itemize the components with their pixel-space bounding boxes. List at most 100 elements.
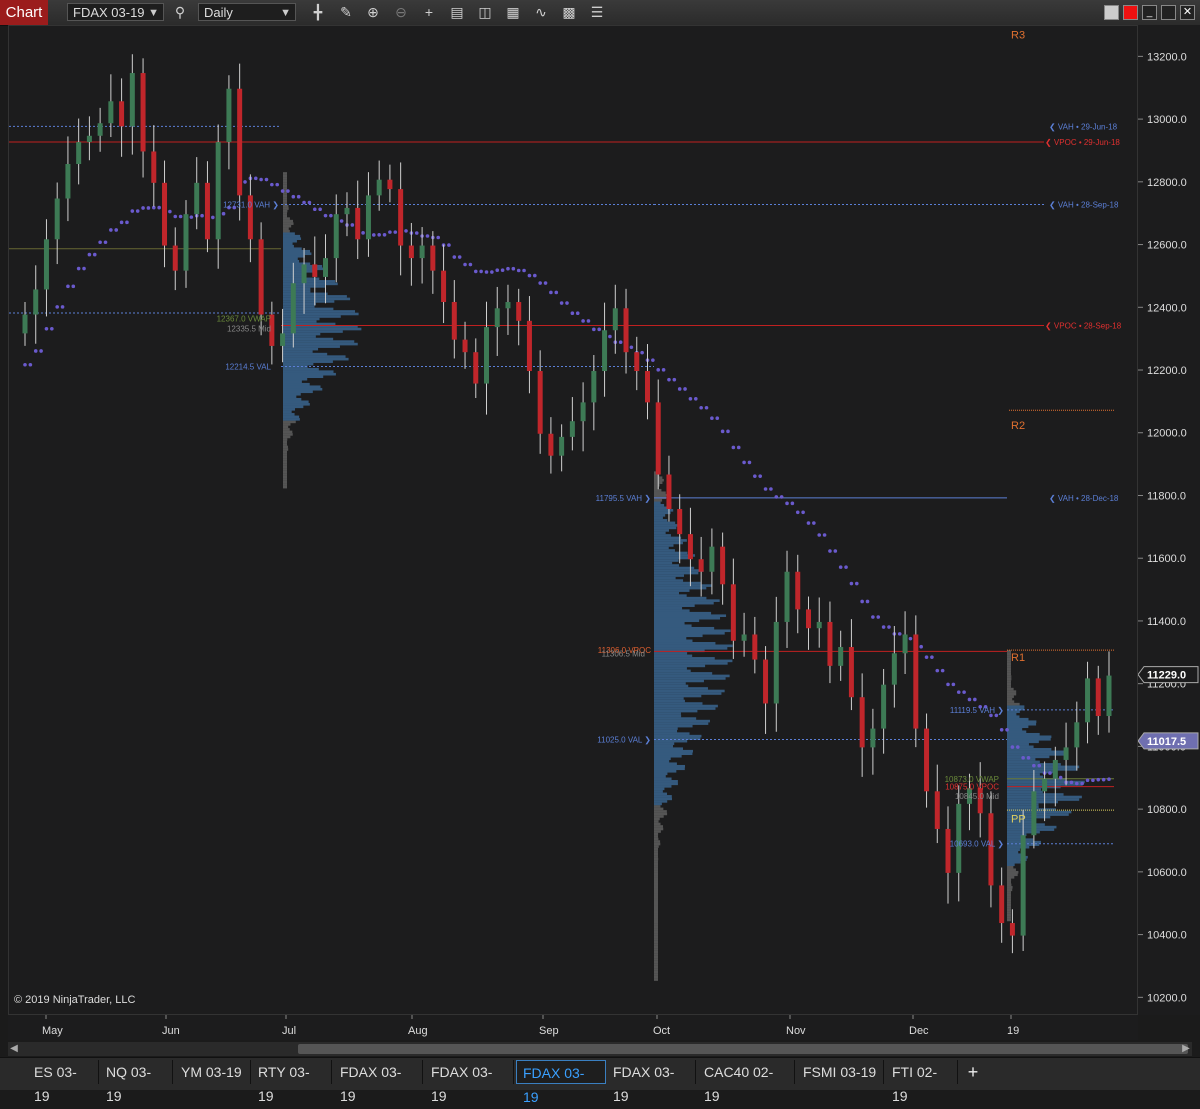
tab-ym[interactable]: YM 03-19 <box>175 1060 251 1084</box>
link-color-icon[interactable] <box>1123 5 1138 20</box>
tab-fdax-4[interactable]: FDAX 03-19 <box>607 1060 696 1104</box>
profile-bar <box>654 817 660 821</box>
price-axis[interactable]: 13200.0 13000.0 12800.0 12600.0 12400.0 12200… <box>1137 25 1200 1015</box>
candle-body <box>548 433 554 456</box>
profile-bar <box>654 707 716 710</box>
profile-bar <box>654 802 662 806</box>
profile-bar <box>1007 732 1040 736</box>
profile-bar <box>654 654 693 658</box>
ma-dot <box>44 326 49 331</box>
tab-fdax-active[interactable]: FDAX 03-19 <box>516 1060 606 1105</box>
minimize-icon[interactable]: _ <box>1142 5 1157 20</box>
bar-type-icon[interactable]: ╋ <box>308 3 328 21</box>
maximize-icon[interactable] <box>1161 5 1176 20</box>
tab-fti[interactable]: FTI 02-19 <box>886 1060 958 1104</box>
profile-bar <box>654 820 659 823</box>
profile-bar <box>283 382 310 386</box>
profile-bar <box>654 636 687 640</box>
candle-body <box>54 198 60 240</box>
profile-bar <box>1007 916 1011 919</box>
scroll-thumb[interactable] <box>298 1044 1188 1054</box>
data-box-icon[interactable]: ▤ <box>447 3 467 21</box>
chart-tab[interactable]: Chart <box>0 0 48 25</box>
profile-bar <box>283 347 319 351</box>
profile-jan-vah-label: 11119.5 VAH ❯ <box>950 706 1004 715</box>
candle-body <box>698 559 704 572</box>
chart-panel[interactable]: ❮ VAH • 29-Jun-18 ❮ VPOC • 29-Jun-18 ❮ VAH… <box>8 25 1138 1015</box>
ma-dot <box>286 189 290 193</box>
candle-body <box>1085 678 1091 723</box>
add-tab-button[interactable]: + <box>962 1060 984 1084</box>
candle-body <box>677 509 683 535</box>
profile-bar <box>654 626 715 630</box>
candle-body <box>655 402 661 475</box>
profile-bar <box>654 950 658 954</box>
candle-body <box>33 289 39 315</box>
instrument-value: FDAX 03-19 <box>73 5 145 20</box>
profile-bar <box>283 453 287 456</box>
ma-dot <box>87 252 92 257</box>
profile-bar <box>654 714 682 718</box>
profile-bar <box>283 397 302 401</box>
date-axis[interactable]: May Jun Jul Aug Sep Oct Nov Dec 19 <box>8 1015 1138 1040</box>
candle-body <box>1074 722 1080 748</box>
profile-bar <box>654 900 658 904</box>
profile-bar <box>654 805 661 808</box>
ma-dot <box>586 319 591 323</box>
profile-bar <box>654 571 699 575</box>
profile-bar <box>654 847 658 851</box>
candle-body <box>441 270 447 303</box>
scroll-right-icon[interactable]: ▶ <box>1180 1042 1192 1056</box>
profile-bar <box>654 787 665 791</box>
interval-selector[interactable]: Daily ▼ <box>198 3 296 21</box>
tab-rty[interactable]: RTY 03-19 <box>252 1060 332 1104</box>
horizontal-scrollbar[interactable]: ◀ ▶ <box>8 1042 1192 1056</box>
zoom-in-icon[interactable]: ⊕ <box>363 3 383 21</box>
profile-bar <box>654 659 733 663</box>
tab-fdax-2[interactable]: FDAX 03-19 <box>425 1060 514 1104</box>
crosshair-icon[interactable]: + <box>419 3 439 21</box>
chart-trader-icon[interactable]: ◫ <box>475 3 495 21</box>
tab-es[interactable]: ES 03-19 <box>28 1060 99 1104</box>
strategies-icon[interactable]: ∿ <box>531 3 551 21</box>
profile-bar <box>654 737 701 740</box>
draw-pencil-icon[interactable]: ✎ <box>336 3 356 21</box>
profile-bar <box>654 712 681 715</box>
zoom-out-icon[interactable]: ⊖ <box>391 3 411 21</box>
profile-bar <box>1007 695 1014 698</box>
properties-icon[interactable]: ▩ <box>559 3 579 21</box>
price-chart[interactable]: ❮ VAH • 29-Jun-18 ❮ VPOC • 29-Jun-18 ❮ VAH… <box>9 26 1137 1014</box>
profile-bar <box>1007 798 1080 801</box>
ma-dot <box>570 311 575 316</box>
candle-body <box>76 142 82 165</box>
ma-dot <box>372 233 376 237</box>
ma-dot <box>157 205 161 210</box>
tab-fsmi[interactable]: FSMI 03-19 <box>797 1060 884 1084</box>
candle-body <box>301 264 307 284</box>
ma-dot <box>967 697 972 702</box>
ma-dot <box>565 301 569 305</box>
list-icon[interactable]: ☰ <box>587 3 607 21</box>
ma-dot <box>92 252 97 257</box>
profile-bar <box>654 915 658 919</box>
indicators-icon[interactable]: ▦ <box>503 3 523 21</box>
profile-bar <box>1007 863 1015 867</box>
ma-dot <box>618 340 623 344</box>
tab-fdax-1[interactable]: FDAX 03-19 <box>334 1060 423 1104</box>
tab-cac40[interactable]: CAC40 02-19 <box>698 1060 795 1104</box>
close-icon[interactable]: ✕ <box>1180 5 1195 20</box>
search-icon[interactable]: ⚲ <box>170 3 190 21</box>
ma-dot <box>720 429 725 434</box>
ma-dot <box>747 460 752 465</box>
tab-nq[interactable]: NQ 03-19 <box>100 1060 173 1104</box>
ma-dot <box>114 228 119 232</box>
instrument-selector[interactable]: FDAX 03-19 ▼ <box>67 3 164 21</box>
profile-bar <box>1007 758 1036 761</box>
candle-body <box>988 813 994 886</box>
candle-body <box>1095 678 1101 717</box>
scroll-left-icon[interactable]: ◀ <box>8 1042 20 1056</box>
ma-dot <box>484 270 489 274</box>
profile-bar <box>1007 760 1040 764</box>
profile-bar <box>654 606 683 610</box>
snap-icon[interactable] <box>1104 5 1119 20</box>
